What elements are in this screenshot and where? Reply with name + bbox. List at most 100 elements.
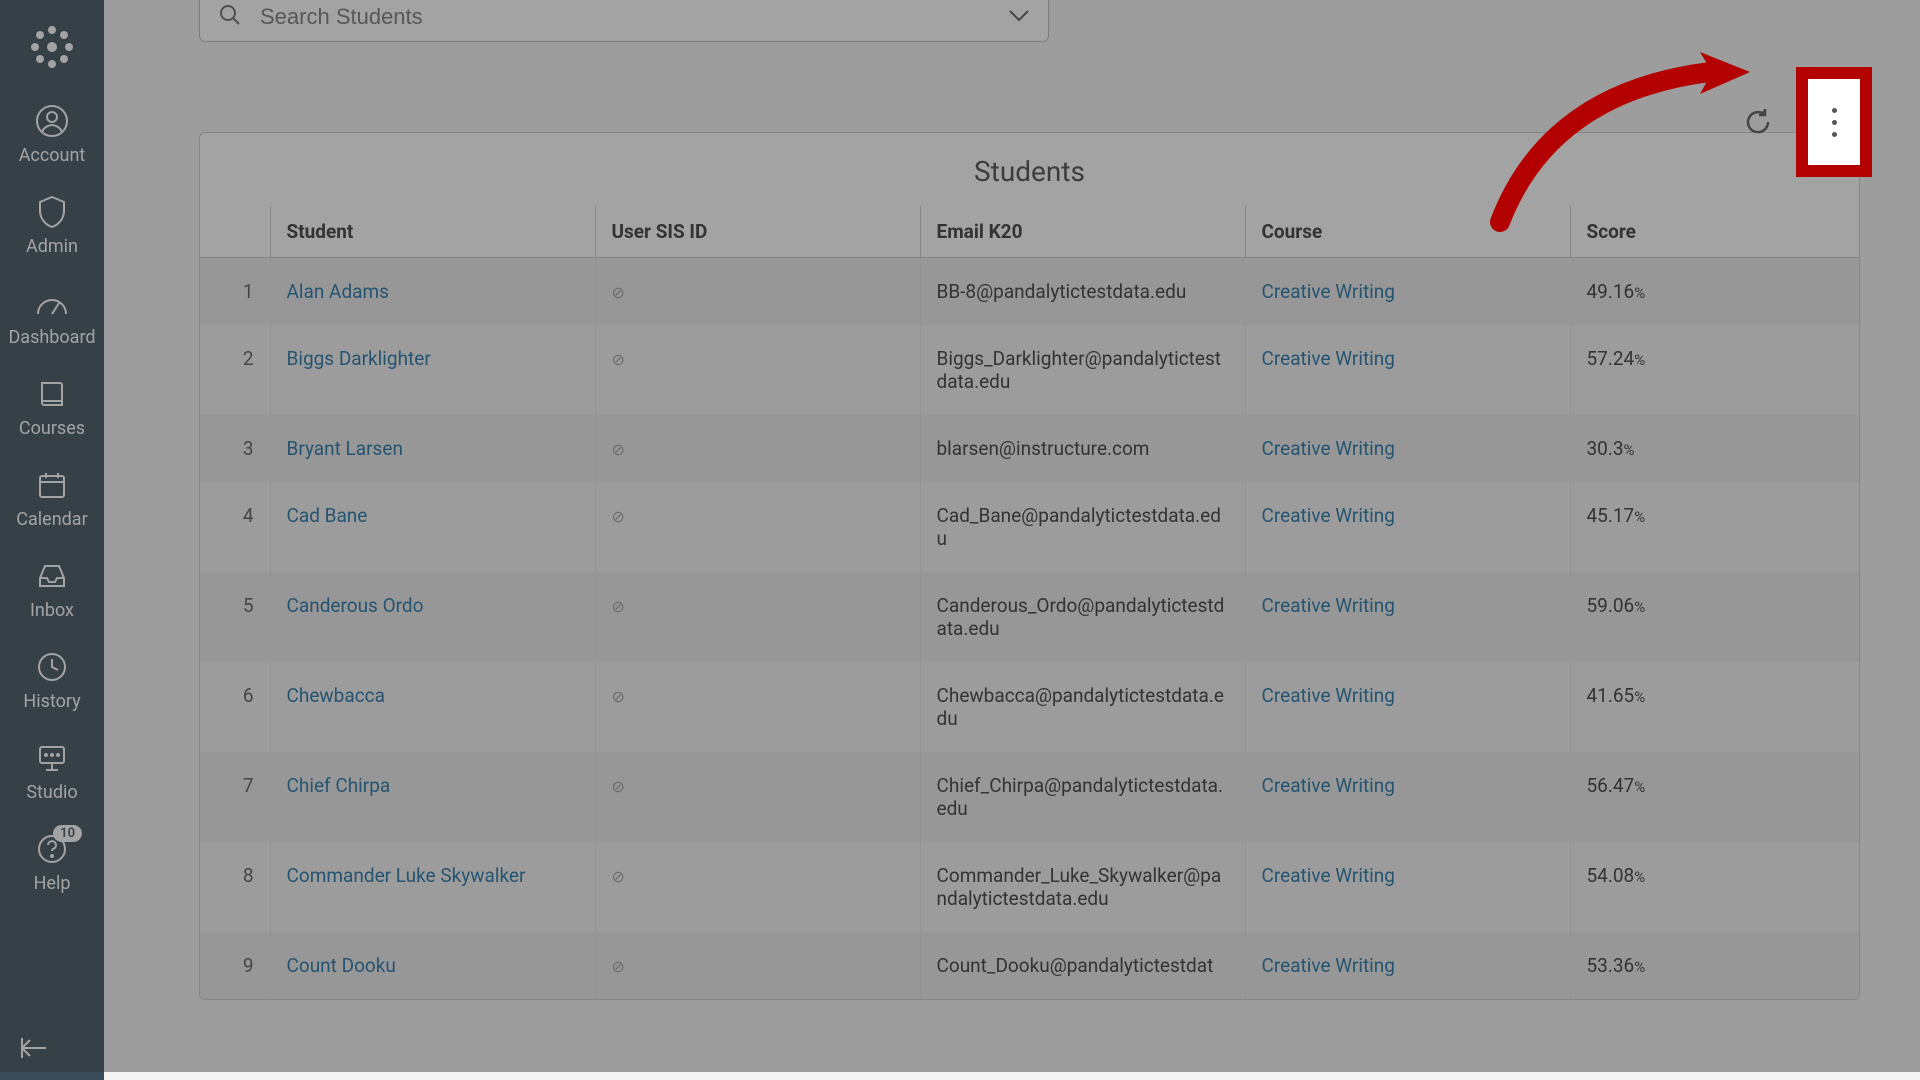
course-cell: Creative Writing	[1245, 482, 1570, 572]
table-row: 8Commander Luke Skywalker⊘Commander_Luke…	[200, 842, 1859, 932]
sidebar-item-label: Account	[19, 145, 86, 166]
course-cell: Creative Writing	[1245, 415, 1570, 482]
course-cell: Creative Writing	[1245, 662, 1570, 752]
sidebar-item-courses[interactable]: Courses	[0, 362, 104, 453]
score-cell: 56.47%	[1570, 752, 1859, 842]
global-nav: Account Admin Dashboard Courses Calendar Inbo…	[0, 0, 104, 1080]
chevron-down-icon[interactable]	[1008, 8, 1030, 27]
empty-icon: ⊘	[612, 440, 625, 459]
sidebar-item-admin[interactable]: Admin	[0, 180, 104, 271]
sis-cell: ⊘	[595, 662, 920, 752]
score-cell: 30.3%	[1570, 415, 1859, 482]
row-number: 2	[200, 325, 270, 415]
student-link[interactable]: Alan Adams	[287, 280, 389, 303]
sidebar-item-inbox[interactable]: Inbox	[0, 544, 104, 635]
score-cell: 59.06%	[1570, 572, 1859, 662]
course-link[interactable]: Creative Writing	[1262, 347, 1395, 370]
sidebar-item-calendar[interactable]: Calendar	[0, 453, 104, 544]
sis-cell: ⊘	[595, 325, 920, 415]
sidebar-item-label: Dashboard	[8, 327, 95, 348]
collapse-icon	[20, 1036, 50, 1060]
canvas-logo-icon	[30, 25, 74, 69]
refresh-icon	[1743, 107, 1773, 137]
table-row: 5Canderous Ordo⊘Canderous_Ordo@pandalyti…	[200, 572, 1859, 662]
email-cell: Cad_Bane@pandalytictestdata.edu	[920, 482, 1245, 572]
calendar-icon	[34, 467, 70, 503]
email-cell: BB-8@pandalytictestdata.edu	[920, 258, 1245, 326]
sidebar-item-label: Studio	[26, 782, 77, 803]
table-row: 6 Chewbacca ⊘Chewbacca@pandalytictestdata.…	[200, 662, 1859, 752]
email-cell: Canderous_Ordo@pandalytictestdata.edu	[920, 572, 1245, 662]
students-table-panel: Students Student User SIS ID Email K20 C…	[199, 132, 1860, 1000]
book-icon	[34, 376, 70, 412]
sidebar-item-dashboard[interactable]: Dashboard	[0, 271, 104, 362]
gauge-icon	[34, 285, 70, 321]
course-link[interactable]: Creative Writing	[1262, 864, 1395, 887]
search-students-field[interactable]	[199, 0, 1049, 42]
collapse-nav-button[interactable]	[0, 1016, 104, 1080]
student-link[interactable]: Cad Bane	[287, 504, 368, 527]
sis-cell: ⊘	[595, 482, 920, 572]
course-link[interactable]: Creative Writing	[1262, 594, 1395, 617]
course-cell: Creative Writing	[1245, 572, 1570, 662]
sidebar-item-label: Calendar	[16, 509, 87, 530]
student-link[interactable]: Bryant Larsen	[287, 437, 403, 460]
score-cell: 41.65%	[1570, 662, 1859, 752]
student-cell: Chewbacca	[270, 662, 595, 752]
student-link[interactable]: Commander Luke Skywalker	[287, 864, 526, 887]
email-cell: Commander_Luke_Skywalker@pandalytictestd…	[920, 842, 1245, 932]
row-number: 4	[200, 482, 270, 572]
student-cell: Canderous Ordo	[270, 572, 595, 662]
header-rownum	[200, 206, 270, 258]
course-link[interactable]: Creative Writing	[1262, 684, 1395, 707]
course-cell: Creative Writing	[1245, 258, 1570, 326]
course-cell: Creative Writing	[1245, 325, 1570, 415]
row-number: 1	[200, 258, 270, 326]
empty-icon: ⊘	[612, 350, 625, 369]
student-cell: Bryant Larsen	[270, 415, 595, 482]
sidebar-item-account[interactable]: Account	[0, 89, 104, 180]
course-cell: Creative Writing	[1245, 752, 1570, 842]
course-link[interactable]: Creative Writing	[1262, 504, 1395, 527]
refresh-button[interactable]	[1738, 102, 1778, 142]
header-sis[interactable]: User SIS ID	[595, 206, 920, 258]
course-link[interactable]: Creative Writing	[1262, 437, 1395, 460]
sidebar-item-help[interactable]: 10Help	[0, 817, 104, 908]
sidebar-item-studio[interactable]: Studio	[0, 726, 104, 817]
table-row: 4 Cad Bane ⊘Cad_Bane@pandalytictestdata.ed…	[200, 482, 1859, 572]
studio-icon	[34, 740, 70, 776]
sis-cell: ⊘	[595, 842, 920, 932]
sis-cell: ⊘	[595, 572, 920, 662]
student-link[interactable]: Canderous Ordo	[287, 594, 424, 617]
course-link[interactable]: Creative Writing	[1262, 774, 1395, 797]
sidebar-item-label: Help	[34, 873, 71, 894]
more-options-highlight	[1796, 67, 1872, 177]
student-link[interactable]: Chewbacca	[287, 684, 385, 707]
student-cell: Alan Adams	[270, 258, 595, 326]
toolbar-right	[1738, 67, 1872, 177]
header-course[interactable]: Course	[1245, 206, 1570, 258]
header-student[interactable]: Student	[270, 206, 595, 258]
sis-cell: ⊘	[595, 415, 920, 482]
course-link[interactable]: Creative Writing	[1262, 280, 1395, 303]
student-link[interactable]: Count Dooku	[287, 954, 396, 977]
more-options-button[interactable]	[1814, 87, 1854, 157]
sis-cell: ⊘	[595, 752, 920, 842]
score-cell: 54.08%	[1570, 842, 1859, 932]
header-score[interactable]: Score	[1570, 206, 1859, 258]
table-row: 1Alan Adams⊘BB-8@pandalytictestdata.eduC…	[200, 258, 1859, 326]
table-row: 3Bryant Larsen⊘blarsen@instructure.comCr…	[200, 415, 1859, 482]
score-cell: 49.16%	[1570, 258, 1859, 326]
course-link[interactable]: Creative Writing	[1262, 954, 1395, 977]
row-number: 9	[200, 932, 270, 999]
table-title: Students	[200, 133, 1859, 206]
student-link[interactable]: Biggs Darklighter	[287, 347, 431, 370]
email-cell: Chewbacca@pandalytictestdata.edu	[920, 662, 1245, 752]
header-email[interactable]: Email K20	[920, 206, 1245, 258]
sidebar-item-history[interactable]: History	[0, 635, 104, 726]
email-cell: Chief_Chirpa@pandalytictestdata.edu	[920, 752, 1245, 842]
student-link[interactable]: Chief Chirpa	[287, 774, 391, 797]
row-number: 6	[200, 662, 270, 752]
email-cell: Biggs_Darklighter@pandalytictestdata.edu	[920, 325, 1245, 415]
search-input[interactable]	[260, 4, 1008, 30]
